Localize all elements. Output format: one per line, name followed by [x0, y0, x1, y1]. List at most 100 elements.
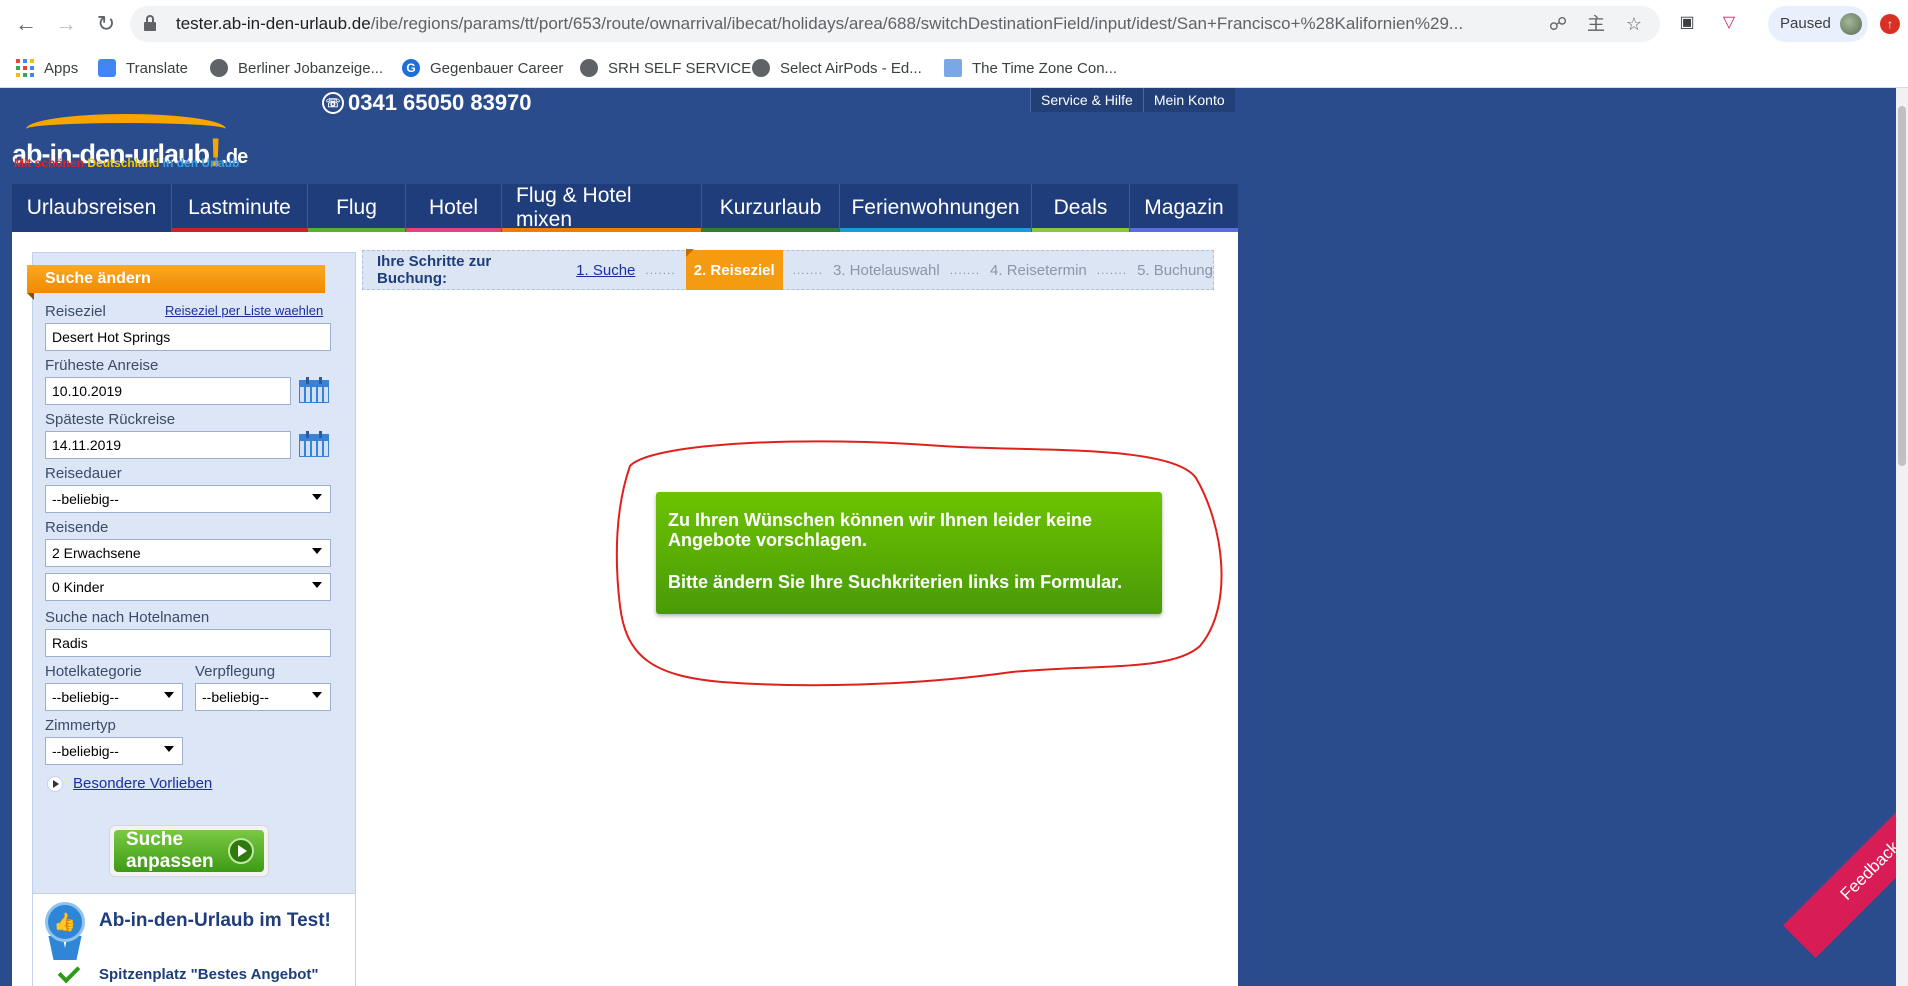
g-logo-icon: G [402, 59, 420, 77]
chevron-down-icon [164, 746, 174, 752]
globe-icon [580, 59, 598, 77]
bookmarks-bar: Apps Translate Berliner Jobanzeige... G … [0, 48, 1908, 88]
bookmark-time-zone[interactable]: The Time Zone Con... [944, 56, 1117, 80]
board-select[interactable]: --beliebig-- [195, 683, 331, 711]
board-label: Verpflegung [195, 663, 276, 680]
no-results-message: Zu Ihren Wünschen können wir Ihnen leide… [656, 492, 1162, 614]
forward-arrow-icon[interactable]: → [52, 10, 80, 38]
search-button[interactable]: Suche anpassen [109, 825, 269, 877]
category-label: Hotelkategorie [45, 663, 142, 680]
site-logo[interactable]: ab-in-den-urlaub!.de Mit schönen Deutsch… [12, 114, 282, 175]
play-arrow-icon [228, 838, 254, 864]
profile-paused-chip[interactable]: Paused [1768, 6, 1868, 42]
back-arrow-icon[interactable]: ← [12, 10, 40, 38]
step-reisetermin: 4. Reisetermin [990, 261, 1087, 279]
step-buchung: 5. Buchung [1137, 261, 1213, 279]
room-label: Zimmertyp [45, 717, 116, 734]
booking-steps: Ihre Schritte zur Buchung: 1. Suche ....… [362, 249, 1214, 290]
bookmark-gegenbauer[interactable]: G Gegenbauer Career [402, 56, 563, 80]
test-title: Ab-in-den-Urlaub im Test! [99, 910, 331, 931]
globe-icon [210, 59, 228, 77]
sidebar-title: Suche ändern [27, 265, 325, 300]
extension-link-icon[interactable]: ▣ [1676, 12, 1698, 34]
page-icon [944, 59, 962, 77]
hotelname-input[interactable]: Radis [45, 629, 331, 657]
step-reiseziel: 2. Reiseziel [685, 249, 783, 290]
nav-lastminute[interactable]: Lastminute [172, 184, 308, 232]
calendar-icon[interactable] [299, 431, 329, 457]
step-hotelauswahl: 3. Hotelauswahl [832, 261, 940, 279]
bookmark-label: Select AirPods - Ed... [780, 59, 922, 77]
chevron-down-icon [312, 582, 322, 588]
chevron-down-icon [312, 494, 322, 500]
nav-kurzurlaub[interactable]: Kurzurlaub [702, 184, 840, 232]
travellers-label: Reisende [45, 519, 109, 536]
bookmark-apps[interactable]: Apps [16, 56, 78, 80]
destination-label: Reiseziel [45, 303, 106, 320]
service-link[interactable]: Service & Hilfe [1030, 88, 1143, 112]
preferences-link[interactable]: Besondere Vorlieben [73, 775, 212, 792]
preferences-toggle[interactable]: Besondere Vorlieben [47, 775, 212, 792]
bookmark-label: Gegenbauer Career [430, 59, 564, 77]
search-sidebar: Suche ändern Reiseziel Reiseziel per Lis… [27, 252, 356, 986]
nav-deals[interactable]: Deals [1032, 184, 1130, 232]
chevron-down-icon [312, 548, 322, 554]
change-criteria-text: Bitte ändern Sie Ihre Suchkriterien link… [668, 572, 1123, 592]
adults-select[interactable]: 2 Erwachsene [45, 539, 331, 567]
nav-flug[interactable]: Flug [308, 184, 406, 232]
nav-ferienwohnungen[interactable]: Ferienwohnungen [840, 184, 1032, 232]
translate-page-icon[interactable]: 主 [1586, 14, 1606, 34]
update-icon[interactable]: ↑ [1880, 14, 1900, 34]
duration-select[interactable]: --beliebig-- [45, 485, 331, 513]
translate-icon [98, 59, 116, 77]
bookmark-translate[interactable]: Translate [98, 56, 188, 80]
lock-icon [144, 15, 156, 31]
apps-grid-icon [16, 59, 34, 77]
category-select[interactable]: --beliebig-- [45, 683, 183, 711]
nav-flug-hotel-mixen[interactable]: Flug & Hotel mixen [502, 184, 702, 232]
page-scrollbar[interactable] [1896, 88, 1908, 986]
chevron-right-icon [47, 775, 63, 792]
browser-toolbar: ← → ↻ tester.ab-in-den-urlaub.de/ibe/reg… [0, 0, 1908, 48]
departure-date-input[interactable]: 10.10.2019 [45, 377, 291, 405]
logo-slogan: Mit schönen Deutschland in den Urlaub [14, 156, 240, 170]
reload-icon[interactable]: ↻ [92, 10, 120, 38]
feedback-tab[interactable]: Feedback [1783, 784, 1908, 958]
main-content: Suche ändern Reiseziel Reiseziel per Lis… [12, 232, 1238, 986]
bookmark-label: SRH SELF SERVICE [608, 59, 752, 77]
page: ab-in-den-urlaub!.de Mit schönen Deutsch… [0, 88, 1908, 986]
pocket-extension-icon[interactable]: ▽ [1718, 12, 1740, 34]
chevron-down-icon [164, 692, 174, 698]
nav-hotel[interactable]: Hotel [406, 184, 502, 232]
children-select[interactable]: 0 Kinder [45, 573, 331, 601]
account-link[interactable]: Mein Konto [1142, 88, 1235, 112]
nav-magazin[interactable]: Magazin [1130, 184, 1238, 232]
no-results-text: Zu Ihren Wünschen können wir Ihnen leide… [668, 510, 1093, 550]
bookmark-airpods[interactable]: Select AirPods - Ed... [752, 56, 922, 80]
return-date-input[interactable]: 14.11.2019 [45, 431, 291, 459]
bookmark-label: Berliner Jobanzeige... [238, 59, 384, 77]
main-navigation: Urlaubsreisen Lastminute Flug Hotel Flug… [12, 184, 1238, 232]
nav-urlaubsreisen[interactable]: Urlaubsreisen [12, 184, 172, 232]
step-suche[interactable]: 1. Suche [576, 262, 635, 279]
extension-puzzle-icon[interactable]: ☍ [1548, 14, 1568, 34]
address-bar[interactable]: tester.ab-in-den-urlaub.de/ibe/regions/p… [130, 6, 1660, 42]
hotelname-label: Suche nach Hotelnamen [45, 609, 210, 626]
phone-icon: ☏ [322, 92, 344, 114]
profile-status-text: Paused [1780, 15, 1831, 32]
room-select[interactable]: --beliebig-- [45, 737, 183, 765]
test-award-box: 👍 Ab-in-den-Urlaub im Test! Spitzenplatz… [33, 893, 355, 986]
checkmark-icon [57, 960, 81, 984]
bookmark-srh[interactable]: SRH SELF SERVICE [580, 56, 751, 80]
thumbs-up-badge-icon: 👍 [45, 902, 85, 960]
phone-number: 0341 65050 83970 [348, 90, 532, 115]
top-links: Service & Hilfe Mein Konto [1030, 88, 1235, 112]
globe-icon [752, 59, 770, 77]
destination-list-link[interactable]: Reiseziel per Liste waehlen [165, 303, 323, 318]
url-text[interactable]: tester.ab-in-den-urlaub.de/ibe/regions/p… [176, 14, 1536, 34]
destination-input[interactable]: Desert Hot Springs [45, 323, 331, 351]
calendar-icon[interactable] [299, 377, 329, 403]
bookmark-star-icon[interactable]: ☆ [1624, 14, 1644, 34]
bookmark-label: The Time Zone Con... [972, 59, 1118, 77]
bookmark-berliner-jobanzeige[interactable]: Berliner Jobanzeige... [210, 56, 383, 80]
